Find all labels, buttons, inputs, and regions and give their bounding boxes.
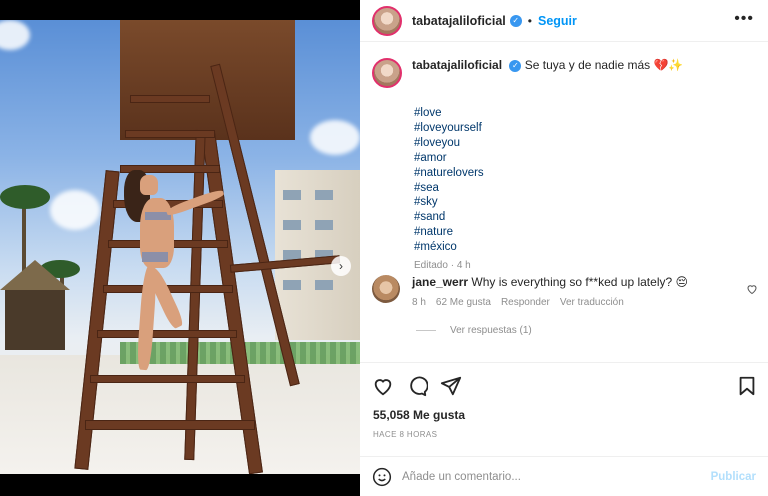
comment-emoji: 😔 <box>675 275 689 289</box>
view-replies-button[interactable]: Ver respuestas (1) <box>416 325 532 336</box>
post-media-pane: › <box>0 0 360 496</box>
hashtag-link[interactable]: #loveyou <box>414 136 762 151</box>
author-username[interactable]: tabatajaliloficial <box>412 14 506 28</box>
caption-author-avatar[interactable] <box>372 58 402 88</box>
sand <box>0 355 360 474</box>
hashtag-link[interactable]: #sand <box>414 210 762 225</box>
save-bookmark-icon[interactable] <box>736 375 758 397</box>
post-action-bar <box>360 362 768 406</box>
add-comment-bar: Publicar <box>360 456 768 496</box>
beach-hut <box>0 260 70 350</box>
hashtag-link[interactable]: #love <box>414 106 762 121</box>
ladder-step <box>85 420 255 430</box>
header-separator: • <box>527 13 532 28</box>
follow-button[interactable]: Seguir <box>538 14 577 28</box>
comment-like-icon[interactable] <box>746 283 758 295</box>
cloud <box>0 20 30 50</box>
ladder-step <box>130 95 210 103</box>
verified-badge-icon: ✓ <box>509 59 522 72</box>
caption-text: tabatajaliloficial ✓ Se tuya y de nadie … <box>412 58 683 88</box>
post-side-panel: tabatajaliloficial ✓ • Seguir ••• tabata… <box>360 0 768 496</box>
bikini-bottom <box>142 252 168 262</box>
share-send-icon[interactable] <box>440 375 462 397</box>
reply-button[interactable]: Responder <box>501 297 550 308</box>
comment-text: jane_werr Why is everything so f**ked up… <box>412 275 688 290</box>
author-avatar[interactable] <box>372 5 402 36</box>
post-caption: tabatajaliloficial ✓ Se tuya y de nadie … <box>372 58 762 271</box>
post-header: tabatajaliloficial ✓ • Seguir ••• <box>360 0 768 42</box>
comment-body: Why is everything so f**ked up lately? <box>471 275 673 289</box>
verified-badge-icon: ✓ <box>509 14 522 27</box>
edited-time: 4 h <box>456 260 471 272</box>
ladder-step <box>97 330 237 338</box>
cloud <box>310 120 360 155</box>
hashtag-link[interactable]: #loveyourself <box>414 121 762 136</box>
publish-button[interactable]: Publicar <box>711 471 756 483</box>
cloud <box>50 190 100 230</box>
hashtag-link[interactable]: #sea <box>414 181 762 196</box>
caption-emoji: 💔✨ <box>653 58 684 72</box>
hashtag-link[interactable]: #méxico <box>414 240 762 255</box>
caption-body: Se tuya y de nadie más <box>524 58 651 72</box>
edited-label: Editado <box>414 260 448 272</box>
carousel-next-button[interactable]: › <box>331 256 351 276</box>
emoji-smile-icon[interactable] <box>372 467 392 487</box>
caption-username[interactable]: tabatajaliloficial <box>412 58 502 72</box>
tower-roof <box>120 20 295 140</box>
ladder-step <box>125 130 215 138</box>
commenter-username[interactable]: jane_werr <box>412 275 468 289</box>
comment-likes[interactable]: 62 Me gusta <box>436 297 491 308</box>
hashtag-link[interactable]: #naturelovers <box>414 166 762 181</box>
palm-leaves <box>0 185 50 209</box>
hashtag-list: #love #loveyourself #loveyou #amor #naturelo… <box>414 106 762 255</box>
hashtag-link[interactable]: #amor <box>414 151 762 166</box>
person-head <box>140 175 158 195</box>
view-replies-label: Ver respuestas (1) <box>450 325 532 336</box>
commenter-avatar[interactable] <box>372 275 400 303</box>
edited-meta: Editado · 4 h <box>414 260 471 272</box>
comment-bubble-icon[interactable] <box>406 375 428 397</box>
translate-button[interactable]: Ver traducción <box>560 297 624 308</box>
hashtag-link[interactable]: #nature <box>414 225 762 240</box>
post-photo[interactable]: › <box>0 20 360 474</box>
comment-time[interactable]: 8 h <box>412 297 426 308</box>
hashtag-link[interactable]: #sky <box>414 195 762 210</box>
comment-item: jane_werr Why is everything so f**ked up… <box>372 275 762 308</box>
more-options-icon[interactable]: ••• <box>734 10 754 28</box>
likes-count[interactable]: 55,058 Me gusta <box>373 408 465 422</box>
hotel-building <box>275 170 360 340</box>
comment-input[interactable] <box>402 470 702 483</box>
post-timestamp: HACE 8 HORAS <box>373 430 438 439</box>
like-heart-icon[interactable] <box>372 375 394 397</box>
ladder-step <box>90 375 245 383</box>
